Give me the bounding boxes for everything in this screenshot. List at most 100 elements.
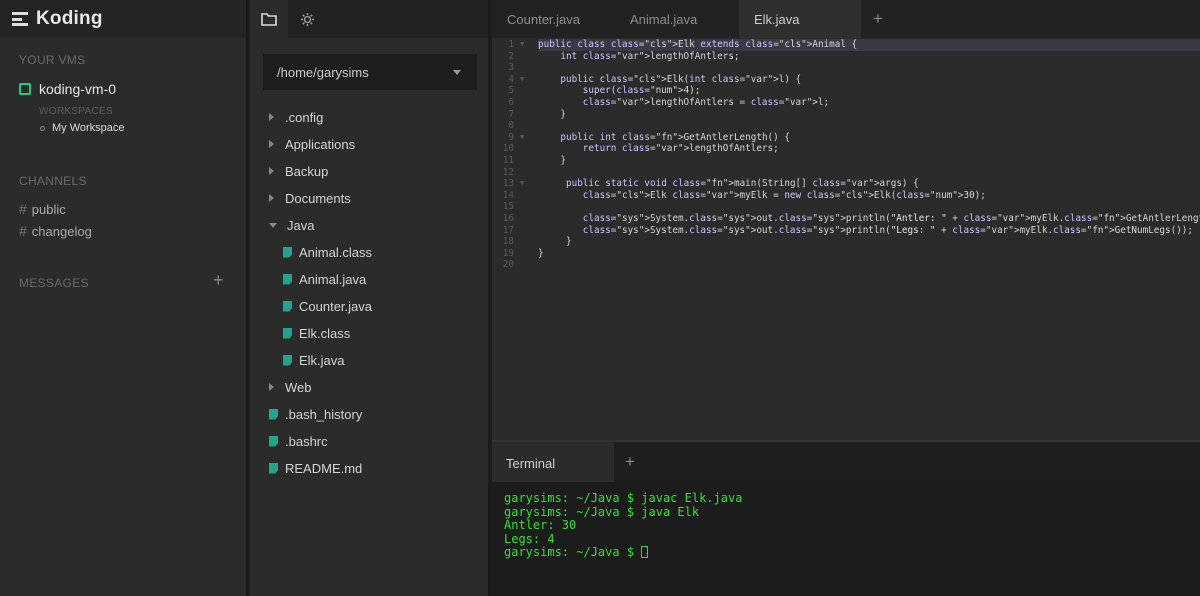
- code-line: class="sys">System.class="sys">out.class…: [582, 224, 1193, 236]
- chevron-right-icon: [269, 194, 274, 202]
- fold-arrow-icon[interactable]: ▼: [520, 178, 524, 190]
- code-line: public static void class="fn">main(Strin…: [566, 178, 919, 190]
- vm-name: koding-vm-0: [39, 81, 117, 97]
- tree-file[interactable]: Counter.java: [283, 296, 372, 316]
- channels-heading: CHANNELS: [19, 174, 87, 188]
- line-number: 19: [502, 247, 514, 259]
- hash-icon: #: [19, 223, 27, 239]
- line-number: 14: [502, 189, 514, 201]
- chevron-down-icon: [453, 70, 461, 75]
- code-line: public class class="cls">Elk extends cla…: [538, 39, 1200, 51]
- tree-item-label: .bash_history: [285, 406, 363, 422]
- terminal-line: garysims: ~/Java $: [504, 546, 1200, 560]
- sidebar: Koding YOUR VMS koding-vm-0 WORKSPACES M…: [0, 0, 248, 596]
- workspace-item[interactable]: My Workspace: [40, 122, 125, 134]
- terminal-line: garysims: ~/Java $ javac Elk.java: [504, 491, 743, 505]
- brand-name: Koding: [36, 8, 103, 29]
- code-line: class="sys">System.class="sys">out.class…: [582, 213, 1200, 224]
- tree-file[interactable]: Elk.java: [283, 350, 345, 370]
- add-tab-button[interactable]: +: [873, 9, 883, 29]
- code-line: }: [538, 236, 572, 248]
- tree-file[interactable]: .bash_history: [269, 404, 362, 424]
- fold-arrow-icon[interactable]: ▼: [520, 39, 524, 51]
- vm-status-icon: [19, 83, 31, 95]
- line-number: 17: [502, 224, 514, 236]
- channel-label: changelog: [31, 223, 92, 239]
- line-number: 10: [502, 143, 514, 155]
- line-number: 2: [508, 50, 514, 62]
- tree-file[interactable]: Animal.class: [283, 242, 372, 262]
- tree-folder[interactable]: Applications: [269, 134, 355, 154]
- chevron-right-icon: [269, 167, 274, 175]
- tree-folder[interactable]: Documents: [269, 188, 351, 208]
- code-line: }: [538, 155, 566, 166]
- gear-icon: [300, 12, 314, 26]
- line-number: 18: [502, 236, 514, 248]
- add-terminal-button[interactable]: +: [625, 452, 635, 472]
- tab-elk-java[interactable]: Elk.java: [739, 0, 861, 38]
- tab-files[interactable]: [250, 0, 288, 38]
- koding-logo[interactable]: Koding: [0, 0, 246, 38]
- tree-item-label: Applications: [285, 136, 356, 152]
- line-number: 11: [502, 155, 514, 166]
- chevron-right-icon: [269, 383, 274, 391]
- tab-terminal[interactable]: Terminal: [492, 442, 614, 484]
- tree-item-label: Backup: [285, 163, 329, 179]
- file-icon: [283, 327, 292, 339]
- line-number: 6: [508, 97, 514, 108]
- channel-public[interactable]: # public: [19, 201, 66, 217]
- editor-tab-bar: Counter.java Animal.java Elk.java +: [492, 0, 1200, 38]
- file-tree-panel: /home/garysims .config Applications Backup…: [250, 0, 490, 596]
- tree-file[interactable]: Elk.class: [283, 323, 350, 343]
- line-number: 15: [502, 201, 514, 213]
- line-number: 1: [508, 39, 514, 50]
- line-number: 4: [508, 73, 514, 85]
- line-number: 3: [508, 62, 514, 74]
- tree-file[interactable]: README.md: [269, 458, 362, 478]
- line-number: 5: [508, 85, 514, 97]
- tree-file[interactable]: .bashrc: [269, 431, 328, 451]
- menu-icon[interactable]: [12, 12, 28, 26]
- tree-item-label: Documents: [285, 190, 351, 206]
- tree-item-label: Animal.class: [299, 244, 372, 260]
- workspace-name: My Workspace: [52, 122, 125, 134]
- fold-arrow-icon[interactable]: ▼: [520, 74, 524, 86]
- tree-item-label: .config: [285, 109, 324, 125]
- workspace-dot-icon: [40, 125, 45, 131]
- code-line: }: [538, 108, 566, 120]
- cursor-icon: [641, 546, 649, 559]
- path-select[interactable]: /home/garysims: [263, 54, 477, 90]
- tab-counter-java[interactable]: Counter.java: [507, 0, 580, 38]
- line-number: 20: [502, 259, 514, 271]
- tree-folder[interactable]: Web: [269, 377, 312, 397]
- vm-item[interactable]: koding-vm-0: [19, 81, 116, 97]
- hash-icon: #: [19, 201, 27, 217]
- path-value: /home/garysims: [277, 64, 369, 80]
- code-editor[interactable]: 1 ▼ 2 3 4 ▼ 5 6 7 8 9 ▼ 10 11 12 13 ▼ 14 15 16 17 18 19 20 publ…: [492, 38, 1200, 440]
- tree-file[interactable]: Animal.java: [283, 269, 366, 289]
- fold-arrow-icon[interactable]: ▼: [520, 132, 524, 144]
- code-line: class="cls">Elk class="var">myElk = new …: [582, 189, 986, 201]
- tree-folder[interactable]: Backup: [269, 161, 328, 181]
- line-number: 7: [508, 108, 514, 120]
- terminal-output[interactable]: garysims: ~/Java $ javac Elk.java garysim…: [492, 482, 1200, 596]
- tab-settings[interactable]: [288, 0, 326, 38]
- chevron-down-icon: [269, 222, 277, 228]
- code-line: return class="var">lengthOfAntlers;: [582, 143, 779, 155]
- file-tree-tabs: [250, 0, 488, 38]
- add-message-button[interactable]: +: [213, 270, 224, 291]
- tree-folder[interactable]: .config: [269, 107, 323, 127]
- channel-changelog[interactable]: # changelog: [19, 223, 92, 239]
- code-line: public int class="fn">GetAntlerLength() …: [560, 131, 790, 143]
- line-number: 8: [508, 120, 514, 132]
- line-number: 9: [508, 131, 514, 143]
- tree-folder[interactable]: Java: [269, 215, 314, 235]
- code-line: class="var">lengthOfAntlers = class="var…: [582, 97, 830, 108]
- tab-animal-java[interactable]: Animal.java: [630, 0, 697, 38]
- channel-label: public: [31, 201, 66, 217]
- line-gutter: 1 ▼ 2 3 4 ▼ 5 6 7 8 9 ▼ 10 11 12 13 ▼ 14 15 16 17 18 19 20: [492, 38, 534, 440]
- tree-item-label: Animal.java: [299, 271, 367, 287]
- tree-item-label: Elk.java: [299, 352, 345, 368]
- tree-item-label: Counter.java: [299, 298, 372, 314]
- file-icon: [269, 462, 278, 474]
